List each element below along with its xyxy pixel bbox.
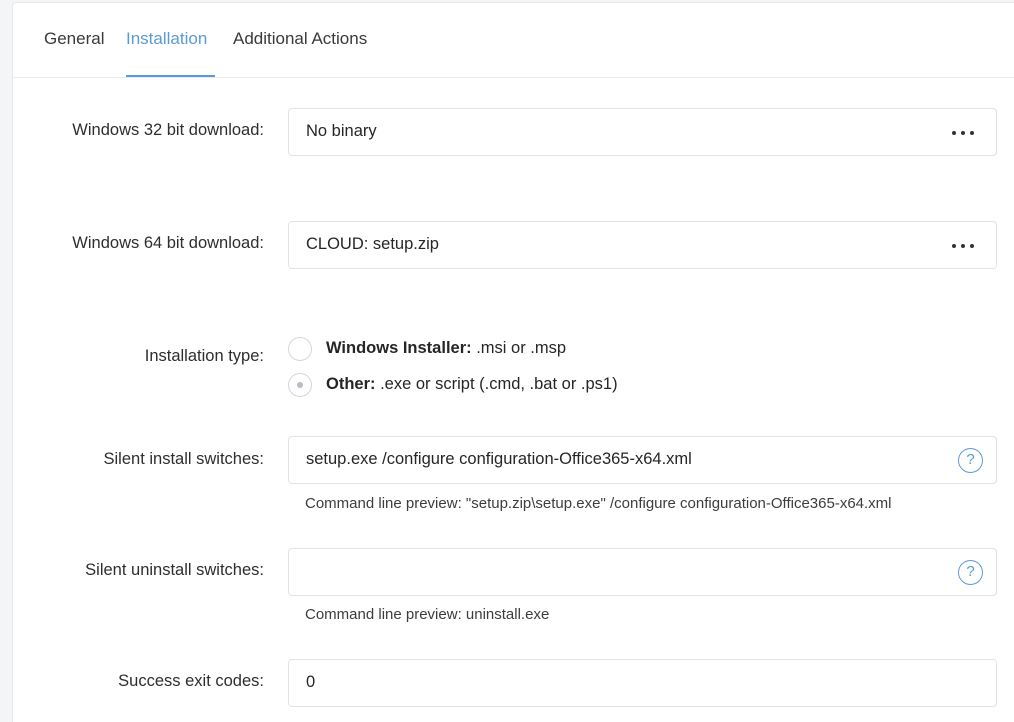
installation-type-label: Installation type: — [144, 347, 264, 365]
success-exit-codes-value: 0 — [306, 673, 316, 691]
win64-download-value: CLOUD: setup.zip — [306, 235, 439, 253]
radio-windows-installer-label: Windows Installer: .msi or .msp — [326, 339, 567, 357]
win32-more-icon[interactable] — [952, 131, 974, 135]
active-tab-indicator — [126, 75, 215, 77]
tab-general[interactable]: General — [44, 29, 104, 49]
win64-download-label: Windows 64 bit download: — [72, 234, 264, 252]
silent-uninstall-label: Silent uninstall switches: — [85, 561, 264, 579]
silent-uninstall-input[interactable]: ? — [288, 548, 997, 596]
radio-other-circle[interactable] — [288, 373, 312, 397]
success-exit-codes-input[interactable]: 0 — [288, 659, 997, 707]
silent-uninstall-preview: Command line preview: uninstall.exe — [305, 606, 550, 623]
silent-install-input[interactable]: setup.exe /configure configuration-Offic… — [288, 436, 997, 484]
success-exit-codes-label: Success exit codes: — [118, 672, 264, 690]
silent-uninstall-help-icon[interactable]: ? — [958, 560, 983, 585]
win32-download-value: No binary — [306, 122, 377, 140]
silent-install-label: Silent install switches: — [103, 450, 264, 468]
tab-additional-actions[interactable]: Additional Actions — [233, 29, 367, 49]
tab-bar: General Installation Additional Actions — [13, 3, 1014, 78]
win64-more-icon[interactable] — [952, 244, 974, 248]
radio-selected-dot — [297, 382, 303, 388]
silent-install-value: setup.exe /configure configuration-Offic… — [306, 450, 692, 468]
radio-windows-installer-circle[interactable] — [288, 337, 312, 361]
tab-installation[interactable]: Installation — [126, 29, 207, 49]
win32-download-field[interactable]: No binary — [288, 108, 997, 156]
silent-install-preview: Command line preview: "setup.zip\setup.e… — [305, 495, 892, 512]
silent-install-help-icon[interactable]: ? — [958, 448, 983, 473]
radio-other-label: Other: .exe or script (.cmd, .bat or .ps… — [326, 375, 618, 393]
win32-download-label: Windows 32 bit download: — [72, 121, 264, 139]
win64-download-field[interactable]: CLOUD: setup.zip — [288, 221, 997, 269]
